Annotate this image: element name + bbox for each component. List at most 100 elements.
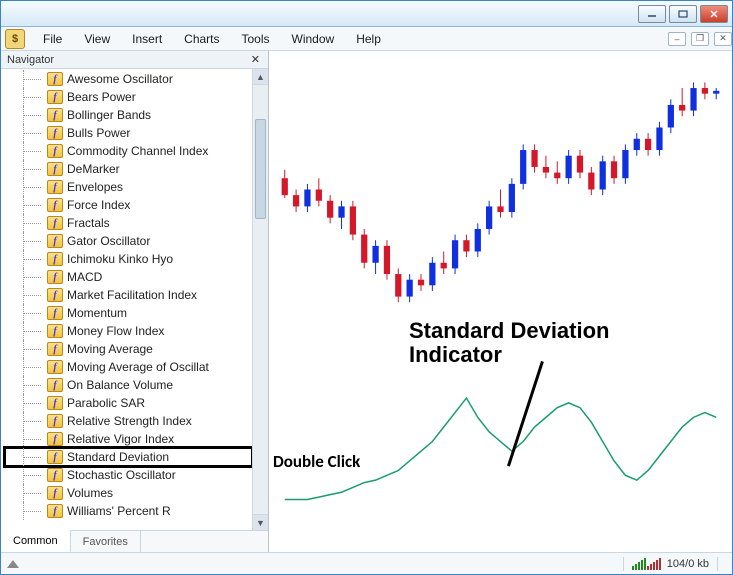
menu-window[interactable]: Window: [282, 30, 345, 48]
navigator-item-fractals[interactable]: f Fractals: [5, 214, 252, 232]
menu-help[interactable]: Help: [346, 30, 391, 48]
navigator-item-moving-average-of-oscillat[interactable]: f Moving Average of Oscillat: [5, 358, 252, 376]
status-expand-icon[interactable]: [7, 560, 19, 568]
navigator-item-label: Moving Average of Oscillat: [67, 360, 252, 374]
connection-bars-icon: [632, 558, 661, 570]
tab-common[interactable]: Common: [1, 530, 71, 552]
navigator-item-commodity-channel-index[interactable]: fCommodity Channel Index: [5, 142, 252, 160]
navigator-item-market-facilitation-index[interactable]: f Market Facilitation Index: [5, 286, 252, 304]
indicator-icon: f: [47, 504, 63, 518]
indicator-icon: f: [47, 342, 63, 356]
navigator-item-moving-average[interactable]: f Moving Average: [5, 340, 252, 358]
navigator-item-label: Market Facilitation Index: [67, 288, 252, 302]
navigator-scrollbar[interactable]: ▲ ▼: [252, 69, 268, 530]
navigator-item-label: Money Flow Index: [67, 324, 252, 338]
window-maximize-button[interactable]: [669, 5, 697, 23]
chart-area[interactable]: Standard Deviation Indicator Double Clic…: [269, 51, 732, 552]
navigator-item-label: Standard Deviation: [67, 450, 252, 464]
navigator-item-label: Force Index: [67, 198, 252, 212]
mdi-close-button[interactable]: ✕: [714, 32, 732, 46]
navigator-item-force-index[interactable]: f Force Index: [5, 196, 252, 214]
chart-canvas: [269, 51, 732, 554]
navigator-item-awesome-oscillator[interactable]: f Awesome Oscillator: [5, 70, 252, 88]
navigator-item-label: Bollinger Bands: [67, 108, 252, 122]
status-bar: 104/0 kb: [1, 552, 732, 574]
indicator-icon: f: [47, 234, 63, 248]
navigator-item-envelopes[interactable]: fEnvelopes: [5, 178, 252, 196]
navigator-item-bears-power[interactable]: f Bears Power: [5, 88, 252, 106]
navigator-item-gator-oscillator[interactable]: fGator Oscillator: [5, 232, 252, 250]
menubar: $ File View Insert Charts Tools Window H…: [1, 27, 732, 51]
mdi-minimize-button[interactable]: ‒: [668, 32, 686, 46]
scroll-up-button[interactable]: ▲: [253, 69, 268, 85]
mdi-restore-button[interactable]: ❐: [691, 32, 709, 46]
navigator-item-label: Stochastic Oscillator: [67, 468, 252, 482]
workspace: Navigator ✕ f Awesome Oscillator f Bears Po…: [1, 51, 732, 552]
menu-tools[interactable]: Tools: [232, 30, 280, 48]
navigator-item-ichimoku-kinko-hyo[interactable]: f Ichimoku Kinko Hyo: [5, 250, 252, 268]
navigator-item-label: Moving Average: [67, 342, 252, 356]
navigator-item-label: Fractals: [67, 216, 252, 230]
indicator-icon: f: [47, 216, 63, 230]
indicator-icon: f: [47, 450, 63, 464]
navigator-close-button[interactable]: ✕: [247, 53, 264, 66]
navigator-item-label: On Balance Volume: [67, 378, 252, 392]
navigator-item-demarker[interactable]: fDeMarker: [5, 160, 252, 178]
indicator-icon: f: [47, 306, 63, 320]
navigator-item-on-balance-volume[interactable]: f On Balance Volume: [5, 376, 252, 394]
indicator-icon: f: [47, 432, 63, 446]
app-window: $ File View Insert Charts Tools Window H…: [0, 0, 733, 575]
indicator-icon: f: [47, 72, 63, 86]
navigator-item-macd[interactable]: f MACD: [5, 268, 252, 286]
scroll-down-button[interactable]: ▼: [253, 514, 268, 530]
indicator-icon: f: [47, 486, 63, 500]
navigator-item-label: Volumes: [67, 486, 252, 500]
navigator-item-standard-deviation[interactable]: f Standard Deviation: [5, 448, 252, 466]
navigator-titlebar: Navigator ✕: [1, 51, 268, 69]
navigator-item-label: Relative Vigor Index: [67, 432, 252, 446]
navigator-tree[interactable]: fAwesome OscillatorfBears PowerfBollinge…: [1, 69, 252, 530]
navigator-item-label: MACD: [67, 270, 252, 284]
menu-insert[interactable]: Insert: [122, 30, 172, 48]
indicator-icon: f: [47, 324, 63, 338]
navigator-item-bollinger-bands[interactable]: fBollinger Bands: [5, 106, 252, 124]
navigator-title: Navigator: [7, 54, 54, 66]
window-minimize-button[interactable]: [638, 5, 666, 23]
app-icon: $: [5, 29, 25, 49]
indicator-icon: f: [47, 396, 63, 410]
navigator-item-relative-strength-index[interactable]: fRelative Strength Index: [5, 412, 252, 430]
navigator-item-label: Bulls Power: [67, 126, 252, 140]
navigator-panel: Navigator ✕ f Awesome Oscillator f Bears Po…: [1, 51, 269, 552]
scroll-thumb[interactable]: [255, 119, 266, 219]
menu-charts[interactable]: Charts: [174, 30, 229, 48]
indicator-icon: f: [47, 126, 63, 140]
indicator-icon: f: [47, 90, 63, 104]
navigator-item-momentum[interactable]: f Momentum: [5, 304, 252, 322]
indicator-icon: f: [47, 468, 63, 482]
menu-file[interactable]: File: [33, 30, 72, 48]
menu-view[interactable]: View: [74, 30, 120, 48]
indicator-icon: f: [47, 252, 63, 266]
indicator-icon: f: [47, 288, 63, 302]
window-close-button[interactable]: [700, 5, 728, 23]
navigator-item-volumes[interactable]: f Volumes: [5, 484, 252, 502]
tab-favorites[interactable]: Favorites: [71, 531, 141, 552]
navigator-item-bulls-power[interactable]: f Bulls Power: [5, 124, 252, 142]
navigator-item-stochastic-oscillator[interactable]: f Stochastic Oscillator: [5, 466, 252, 484]
indicator-icon: f: [47, 198, 63, 212]
indicator-icon: f: [47, 270, 63, 284]
navigator-item-label: Bears Power: [67, 90, 252, 104]
indicator-icon: f: [47, 360, 63, 374]
navigator-item-parabolic-sar[interactable]: fParabolic SAR: [5, 394, 252, 412]
navigator-item-label: Ichimoku Kinko Hyo: [67, 252, 252, 266]
navigator-item-williams-percent-r[interactable]: f Williams' Percent R: [5, 502, 252, 520]
navigator-item-label: DeMarker: [67, 162, 252, 176]
indicator-icon: f: [47, 180, 63, 194]
navigator-item-label: Williams' Percent R: [67, 504, 252, 518]
navigator-item-relative-vigor-index[interactable]: f Relative Vigor Index: [5, 430, 252, 448]
indicator-icon: f: [47, 378, 63, 392]
navigator-tabs: Common Favorites: [1, 530, 268, 552]
navigator-item-label: Momentum: [67, 306, 252, 320]
navigator-item-label: Awesome Oscillator: [67, 72, 252, 86]
navigator-item-money-flow-index[interactable]: f Money Flow Index: [5, 322, 252, 340]
